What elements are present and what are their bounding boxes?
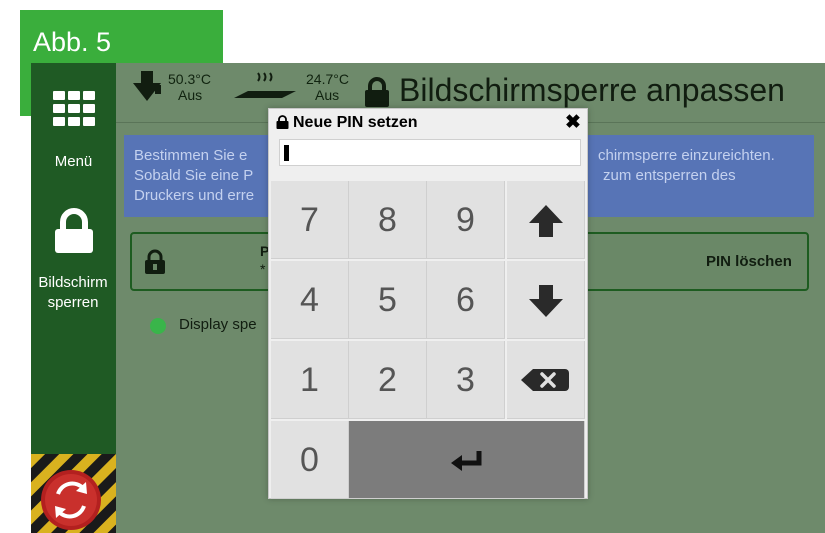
page-title: Bildschirmsperre anpassen xyxy=(399,72,785,108)
lock-screen-label: Bildschirm sperren xyxy=(31,273,121,313)
info-line1-left: Bestimmen Sie e xyxy=(134,147,248,164)
dialog-title: Neue PIN setzen xyxy=(293,114,418,131)
sidebar: Menü Bildschirm sperren xyxy=(31,63,116,533)
info-line3-left: Druckers und erre xyxy=(134,187,255,204)
pin-lock-icon xyxy=(145,249,165,274)
bed-temperature: 24.7°C xyxy=(306,71,349,87)
key-8[interactable]: 8 xyxy=(349,181,427,259)
arrow-down-icon xyxy=(529,285,563,317)
info-line1-right: chirmsperre einzureichten. xyxy=(598,147,775,164)
info-line2-right: zum entsperren des xyxy=(603,167,736,184)
key-4[interactable]: 4 xyxy=(271,261,349,339)
bed-status: Aus xyxy=(315,87,340,103)
menu-label: Menü xyxy=(54,153,93,170)
delete-pin-button[interactable]: PIN löschen xyxy=(706,253,792,270)
grid-icon xyxy=(53,91,95,127)
close-icon[interactable]: ✖ xyxy=(565,111,581,134)
extruder-temperature-icon xyxy=(133,71,161,101)
pin-input[interactable] xyxy=(279,139,581,166)
lock-icon xyxy=(55,208,93,253)
arrow-up-button[interactable] xyxy=(507,181,585,259)
key-6[interactable]: 6 xyxy=(427,261,505,339)
key-7[interactable]: 7 xyxy=(271,181,349,259)
display-lock-toggle[interactable] xyxy=(150,318,166,334)
display-lock-label: Display spe xyxy=(179,316,257,333)
emergency-stop-button[interactable] xyxy=(31,454,116,533)
key-2[interactable]: 2 xyxy=(349,341,427,419)
extruder-temperature: 50.3°C xyxy=(168,71,211,87)
menu-button[interactable]: Menü xyxy=(31,63,116,183)
key-3[interactable]: 3 xyxy=(427,341,505,419)
lock-screen-label-line1: Bildschirm xyxy=(38,274,108,291)
text-cursor xyxy=(284,145,289,161)
lock-screen-label-line2: sperren xyxy=(47,294,99,311)
pin-keypad-dialog: Neue PIN setzen ✖ 7 8 9 4 5 6 1 2 3 0 xyxy=(268,108,588,499)
info-line2-left: Sobald Sie eine P xyxy=(134,167,254,184)
extruder-status: Aus xyxy=(178,87,203,103)
arrow-up-icon xyxy=(529,205,563,237)
arrow-down-button[interactable] xyxy=(507,261,585,339)
enter-button[interactable] xyxy=(349,421,585,499)
dialog-lock-icon xyxy=(276,115,289,129)
lock-screen-button[interactable]: Bildschirm sperren xyxy=(31,203,116,323)
backspace-button[interactable] xyxy=(507,341,585,419)
key-9[interactable]: 9 xyxy=(427,181,505,259)
pin-value: * xyxy=(260,261,266,277)
figure-label: Abb. 5 xyxy=(33,27,112,57)
enter-icon xyxy=(451,451,482,471)
heated-bed-icon xyxy=(234,72,296,98)
backspace-icon xyxy=(521,369,569,391)
key-0[interactable]: 0 xyxy=(271,421,349,499)
title-lock-icon xyxy=(365,77,389,107)
key-5[interactable]: 5 xyxy=(349,261,427,339)
emergency-stop-icon xyxy=(31,454,116,533)
key-1[interactable]: 1 xyxy=(271,341,349,419)
